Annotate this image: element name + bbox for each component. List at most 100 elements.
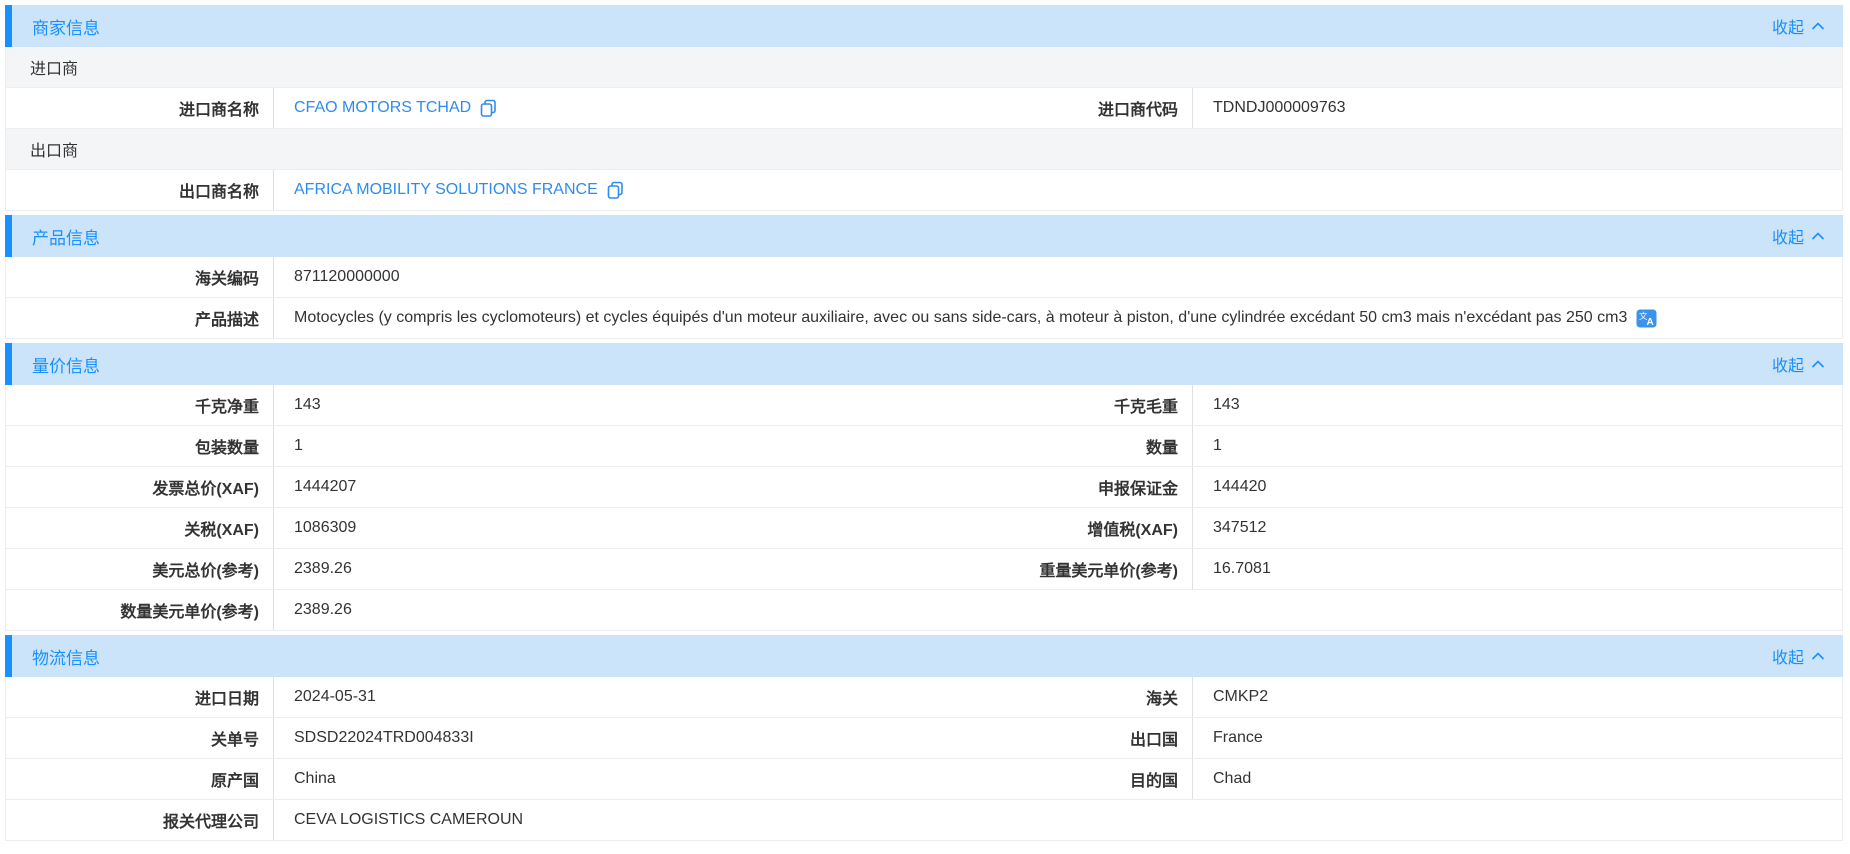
- field-label: 原产国: [6, 759, 274, 799]
- field-value-destination-country: Chad: [1193, 759, 1842, 799]
- table-row: 进口日期 2024-05-31 海关 CMKP2: [6, 677, 1842, 718]
- field-value-net-weight: 143: [274, 385, 931, 425]
- trade-record-detail-page: 商家信息 收起 进口商 进口商名称 CFAO MOTORS TCHAD: [0, 0, 1850, 841]
- chevron-up-icon: [1811, 232, 1825, 241]
- section-body-logistics: 进口日期 2024-05-31 海关 CMKP2 关单号 SDSD22024TR…: [5, 677, 1843, 841]
- section-product-info: 产品信息 收起 海关编码 871120000000 产品描述 Motocycle…: [5, 215, 1843, 339]
- section-header-product: 产品信息 收起: [5, 215, 1843, 257]
- subsection-label: 出口商: [30, 137, 78, 161]
- table-row: 报关代理公司 CEVA LOGISTICS CAMEROUN: [6, 800, 1842, 841]
- field-label: 增值税(XAF): [931, 508, 1193, 548]
- field-value-customs-duty: 1086309: [274, 508, 931, 548]
- field-value-export-country: France: [1193, 718, 1842, 758]
- table-row: 包装数量 1 数量 1: [6, 426, 1842, 467]
- field-value-exporter-name: AFRICA MOBILITY SOLUTIONS FRANCE: [274, 170, 1842, 210]
- chevron-up-icon: [1811, 652, 1825, 661]
- field-value-importer-code: TDNDJ000009763: [1193, 88, 1842, 128]
- field-value-customs-broker: CEVA LOGISTICS CAMEROUN: [274, 800, 1842, 840]
- subsection-row-importer: 进口商: [6, 47, 1842, 88]
- table-row: 数量美元单价(参考) 2389.26: [6, 590, 1842, 631]
- field-label: 海关编码: [6, 257, 274, 297]
- subsection-label: 进口商: [30, 55, 78, 79]
- section-header-quantity-price: 量价信息 收起: [5, 343, 1843, 385]
- field-value-import-date: 2024-05-31: [274, 677, 931, 717]
- field-label: 数量: [931, 426, 1193, 466]
- table-row: 发票总价(XAF) 1444207 申报保证金 144420: [6, 467, 1842, 508]
- section-merchant-info: 商家信息 收起 进口商 进口商名称 CFAO MOTORS TCHAD: [5, 5, 1843, 211]
- field-value-usd-unit-price-quantity: 2389.26: [274, 590, 1842, 630]
- field-label: 千克净重: [6, 385, 274, 425]
- field-value-product-description: Motocycles (y compris les cyclomoteurs) …: [274, 298, 1842, 338]
- collapse-label: 收起: [1772, 224, 1804, 248]
- field-value-customs-office: CMKP2: [1193, 677, 1842, 717]
- field-value-gross-weight: 143: [1193, 385, 1842, 425]
- section-title: 量价信息: [32, 352, 100, 377]
- field-label: 申报保证金: [931, 467, 1193, 507]
- copy-icon[interactable]: [607, 181, 624, 199]
- field-value-invoice-total: 1444207: [274, 467, 931, 507]
- section-header-merchant: 商家信息 收起: [5, 5, 1843, 47]
- table-row: 关单号 SDSD22024TRD004833I 出口国 France: [6, 718, 1842, 759]
- field-label: 进口商代码: [931, 88, 1193, 128]
- section-title: 产品信息: [32, 224, 100, 249]
- field-label: 美元总价(参考): [6, 549, 274, 589]
- field-value-origin-country: China: [274, 759, 931, 799]
- translate-icon[interactable]: 文A: [1636, 309, 1657, 328]
- field-label: 关税(XAF): [6, 508, 274, 548]
- collapse-button[interactable]: 收起: [1772, 224, 1825, 248]
- product-description-text: Motocycles (y compris les cyclomoteurs) …: [294, 309, 1627, 327]
- field-value-usd-total: 2389.26: [274, 549, 931, 589]
- field-label: 出口商名称: [6, 170, 274, 210]
- section-title: 物流信息: [32, 644, 100, 669]
- table-row: 原产国 China 目的国 Chad: [6, 759, 1842, 800]
- field-value-hs-code: 871120000000: [274, 257, 1842, 297]
- section-header-logistics: 物流信息 收起: [5, 635, 1843, 677]
- exporter-name-link[interactable]: AFRICA MOBILITY SOLUTIONS FRANCE: [294, 181, 598, 199]
- chevron-up-icon: [1811, 22, 1825, 31]
- field-value-usd-unit-price-weight: 16.7081: [1193, 549, 1842, 589]
- field-value-package-quantity: 1: [274, 426, 931, 466]
- chevron-up-icon: [1811, 360, 1825, 369]
- section-title: 商家信息: [32, 14, 100, 39]
- field-label: 海关: [931, 677, 1193, 717]
- section-body-product: 海关编码 871120000000 产品描述 Motocycles (y com…: [5, 257, 1843, 339]
- table-row: 出口商名称 AFRICA MOBILITY SOLUTIONS FRANCE: [6, 170, 1842, 211]
- field-label: 进口日期: [6, 677, 274, 717]
- table-row: 美元总价(参考) 2389.26 重量美元单价(参考) 16.7081: [6, 549, 1842, 590]
- section-body-quantity-price: 千克净重 143 千克毛重 143 包装数量 1 数量 1 发票总价(XAF) …: [5, 385, 1843, 631]
- table-row: 海关编码 871120000000: [6, 257, 1842, 298]
- collapse-button[interactable]: 收起: [1772, 644, 1825, 668]
- collapse-label: 收起: [1772, 352, 1804, 376]
- field-label: 产品描述: [6, 298, 274, 338]
- field-value-declaration-number: SDSD22024TRD004833I: [274, 718, 931, 758]
- field-value-importer-name: CFAO MOTORS TCHAD: [274, 88, 931, 128]
- section-quantity-price-info: 量价信息 收起 千克净重 143 千克毛重 143 包装数量 1 数量 1: [5, 343, 1843, 631]
- collapse-label: 收起: [1772, 14, 1804, 38]
- section-body-merchant: 进口商 进口商名称 CFAO MOTORS TCHAD 进口商代码 TDNDJ0…: [5, 47, 1843, 211]
- table-row: 关税(XAF) 1086309 增值税(XAF) 347512: [6, 508, 1842, 549]
- collapse-button[interactable]: 收起: [1772, 352, 1825, 376]
- field-label: 报关代理公司: [6, 800, 274, 840]
- field-label: 出口国: [931, 718, 1193, 758]
- section-logistics-info: 物流信息 收起 进口日期 2024-05-31 海关 CMKP2 关单号 SDS…: [5, 635, 1843, 841]
- collapse-label: 收起: [1772, 644, 1804, 668]
- field-label: 包装数量: [6, 426, 274, 466]
- importer-name-link[interactable]: CFAO MOTORS TCHAD: [294, 99, 471, 117]
- copy-icon[interactable]: [480, 99, 497, 117]
- field-value-quantity: 1: [1193, 426, 1842, 466]
- field-label: 进口商名称: [6, 88, 274, 128]
- field-label: 关单号: [6, 718, 274, 758]
- table-row: 千克净重 143 千克毛重 143: [6, 385, 1842, 426]
- field-value-vat: 347512: [1193, 508, 1842, 548]
- svg-text:A: A: [1647, 317, 1654, 328]
- field-value-declared-deposit: 144420: [1193, 467, 1842, 507]
- field-label: 目的国: [931, 759, 1193, 799]
- field-label: 重量美元单价(参考): [931, 549, 1193, 589]
- collapse-button[interactable]: 收起: [1772, 14, 1825, 38]
- table-row: 进口商名称 CFAO MOTORS TCHAD 进口商代码 TDNDJ00000…: [6, 88, 1842, 129]
- table-row: 产品描述 Motocycles (y compris les cyclomote…: [6, 298, 1842, 339]
- field-label: 数量美元单价(参考): [6, 590, 274, 630]
- subsection-row-exporter: 出口商: [6, 129, 1842, 170]
- field-label: 千克毛重: [931, 385, 1193, 425]
- field-label: 发票总价(XAF): [6, 467, 274, 507]
